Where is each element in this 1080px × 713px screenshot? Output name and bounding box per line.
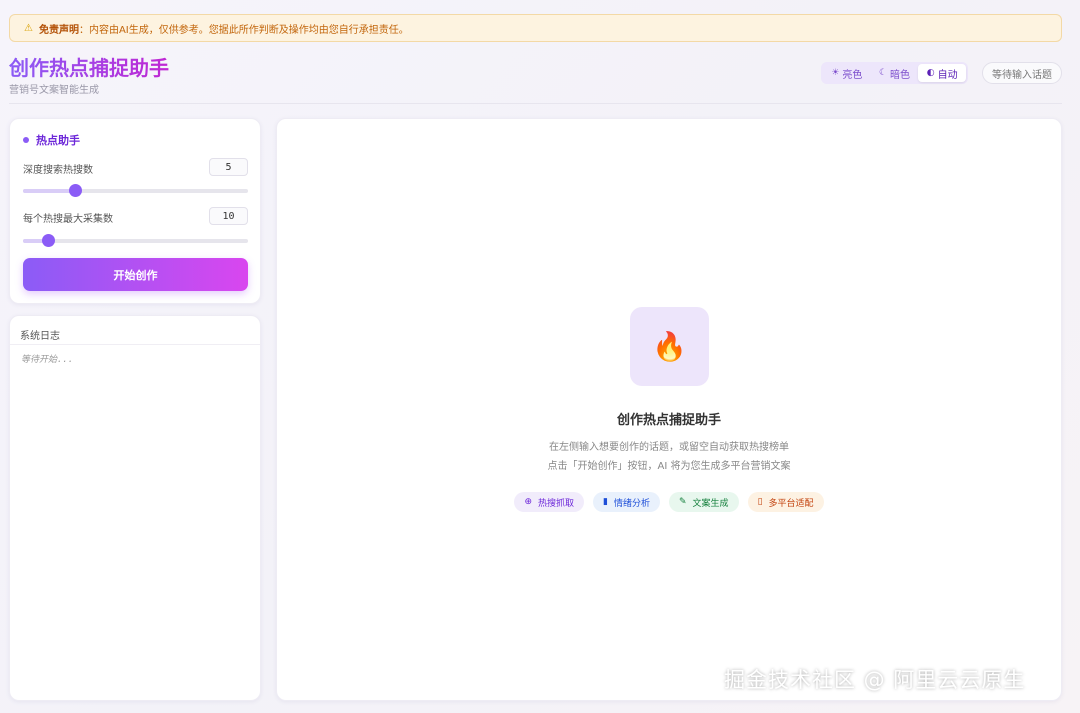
theme-dark-option[interactable]: ☾ 暗色 <box>871 64 919 82</box>
depth-slider-thumb[interactable] <box>68 184 82 197</box>
disclaimer-banner: ⚠ 免责声明 ：内容由AI生成，仅供参考。您据此所作判断及操作均由您自行承担责任… <box>9 14 1062 42</box>
feature-list: ⊕ 热搜抓取 ▮ 情绪分析 ✎ 文案生成 ▯ 多平台适配 <box>277 492 1061 512</box>
max-collect-slider[interactable] <box>23 234 248 247</box>
hero-title: 创作热点捕捉助手 <box>616 413 721 428</box>
max-collect-slider-thumb[interactable] <box>41 234 55 247</box>
feature-copy-generation: ✎ 文案生成 <box>669 492 739 512</box>
settings-title-text: 热点助手 <box>36 134 80 147</box>
watermark: 掘金技术社区 @ 阿里云云原生 <box>724 668 1026 692</box>
feature-label: 文案生成 <box>692 498 729 509</box>
fire-icon: 🔥 <box>630 307 709 386</box>
theme-auto-label: 自动 <box>937 69 958 81</box>
feature-label: 多平台适配 <box>768 498 814 509</box>
page-subtitle: 营销号文案智能生成 <box>9 85 99 96</box>
feature-hot-search: ⊕ 热搜抓取 <box>514 492 585 512</box>
pen-icon: ✎ <box>679 497 687 507</box>
hero-description-1: 在左侧输入想要创作的话题，或留空自动获取热搜榜单 <box>549 442 789 453</box>
hero-description-2: 点击「开始创作」按钮，AI 将为您生成多平台营销文案 <box>547 461 791 472</box>
max-collect-value-input[interactable]: 10 <box>209 207 248 225</box>
warning-icon: ⚠ <box>24 22 33 34</box>
settings-title: 热点助手 <box>23 132 80 148</box>
dot-icon <box>23 137 29 143</box>
depth-slider[interactable] <box>23 184 248 197</box>
moon-icon: ☾ <box>878 68 888 78</box>
feature-label: 情绪分析 <box>613 498 650 509</box>
feature-label: 热搜抓取 <box>538 498 575 509</box>
theme-light-label: 亮色 <box>842 69 863 81</box>
depth-label: 深度搜索热搜数 <box>23 165 93 176</box>
theme-auto-option[interactable]: ◐ 自动 <box>918 64 967 82</box>
depth-slider-fill <box>23 189 75 193</box>
depth-value-input[interactable]: 5 <box>209 158 248 176</box>
theme-dark-label: 暗色 <box>890 69 911 81</box>
half-circle-icon: ◐ <box>926 68 935 78</box>
system-log-panel: 系统日志 等待开始... <box>9 315 261 701</box>
log-divider <box>10 344 260 345</box>
bar-chart-icon: ▮ <box>603 497 608 507</box>
sun-icon: ☀ <box>831 68 840 78</box>
theme-light-option[interactable]: ☀ 亮色 <box>823 64 871 82</box>
feature-multi-platform: ▯ 多平台适配 <box>747 492 824 512</box>
disclaimer-text: ：内容由AI生成，仅供参考。您据此所作判断及操作均由您自行承担责任。 <box>78 24 409 36</box>
theme-switch: ☀ 亮色 ☾ 暗色 ◐ 自动 <box>821 62 968 84</box>
log-title: 系统日志 <box>20 331 60 342</box>
globe-icon: ⊕ <box>524 497 533 507</box>
feature-emotion-analysis: ▮ 情绪分析 <box>593 492 660 512</box>
log-text: 等待开始... <box>21 355 74 365</box>
header-divider <box>9 103 1062 104</box>
page-title: 创作热点捕捉助手 <box>9 52 169 81</box>
disclaimer-label: 免责声明 <box>38 24 79 36</box>
start-button[interactable]: 开始创作 <box>23 258 248 291</box>
max-collect-label: 每个热搜最大采集数 <box>23 214 113 225</box>
phone-icon: ▯ <box>757 497 763 507</box>
main-panel: 🔥 创作热点捕捉助手 在左侧输入想要创作的话题，或留空自动获取热搜榜单 点击「开… <box>276 118 1062 701</box>
status-badge: 等待输入话题 <box>982 62 1062 84</box>
settings-panel: 热点助手 深度搜索热搜数 5 每个热搜最大采集数 10 开始创作 <box>9 118 261 304</box>
